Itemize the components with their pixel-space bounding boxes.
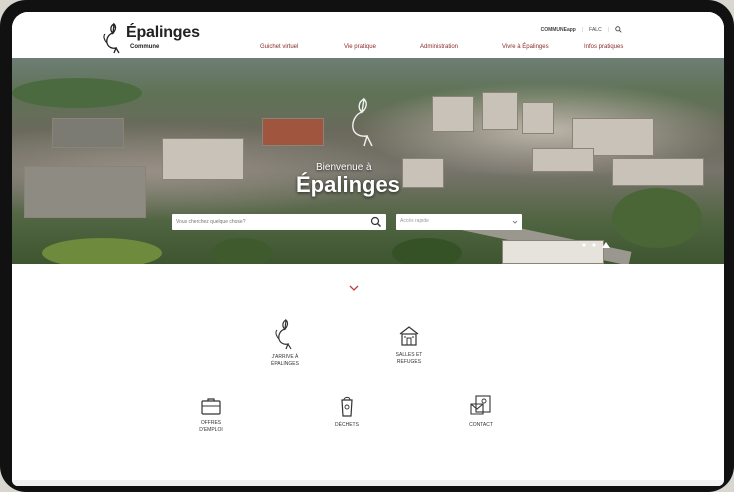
- aerial-photo-building: [52, 118, 124, 148]
- aerial-photo-building: [262, 118, 324, 146]
- tile-label: Offres d'emploi: [199, 420, 223, 433]
- tile-label: J'arrive à Épalinges: [271, 354, 299, 367]
- building-icon: [399, 326, 419, 346]
- aerial-photo-trees: [12, 78, 142, 108]
- aerial-photo-building: [612, 158, 704, 186]
- aerial-photo-trees: [212, 238, 272, 264]
- search-icon[interactable]: [370, 216, 382, 228]
- trash-icon: [341, 396, 353, 417]
- search-icon[interactable]: [615, 26, 622, 33]
- aerial-photo-trees: [612, 188, 702, 248]
- falc-link[interactable]: FALC: [589, 27, 602, 33]
- carousel-dots-icon: [582, 242, 610, 248]
- site-search: [172, 214, 386, 230]
- tile-contact[interactable]: Contact: [446, 394, 516, 429]
- nav-vie-pratique[interactable]: Vie pratique: [344, 44, 376, 50]
- aerial-photo-building: [162, 138, 244, 180]
- brand-subtitle: Commune: [130, 44, 160, 50]
- chevron-down-icon: [512, 220, 518, 224]
- tile-salles[interactable]: Salles et refuges: [374, 324, 444, 366]
- aerial-photo-building: [482, 92, 518, 130]
- page-bottom-edge: [12, 480, 724, 486]
- tile-dechets[interactable]: Déchets: [312, 394, 382, 429]
- scroll-down-chevron-icon[interactable]: [349, 284, 359, 292]
- tile-emploi[interactable]: Offres d'emploi: [176, 396, 246, 434]
- brand-title: Épalinges: [126, 24, 200, 41]
- quick-access-select[interactable]: Accès rapide: [396, 214, 522, 230]
- browser-viewport: Épalinges Commune COMMUNEapp | FALC | Gu…: [12, 12, 724, 486]
- nav-administration[interactable]: Administration: [420, 44, 458, 50]
- aerial-photo-trees: [392, 238, 462, 264]
- tablet-frame: Épalinges Commune COMMUNEapp | FALC | Gu…: [0, 0, 734, 492]
- bird-emblem-icon: [352, 97, 373, 147]
- tile-label: Déchets: [335, 422, 359, 428]
- nav-infos-pratiques[interactable]: Infos pratiques: [584, 44, 623, 50]
- aerial-photo-building: [522, 102, 554, 134]
- search-input[interactable]: [174, 215, 368, 229]
- app-link[interactable]: COMMUNEapp: [541, 27, 576, 33]
- aerial-photo-building: [402, 158, 444, 188]
- briefcase-icon: [201, 398, 221, 415]
- bird-logo-icon: [103, 22, 120, 54]
- aerial-photo-building: [432, 96, 474, 132]
- nav-guichet-virtuel[interactable]: Guichet virtuel: [260, 44, 298, 50]
- contact-icon: [470, 395, 491, 415]
- tile-arrive[interactable]: J'arrive à Épalinges: [250, 318, 320, 368]
- tile-label: Contact: [469, 422, 493, 428]
- aerial-photo-trees: [42, 238, 162, 264]
- hero-banner: Bienvenue à Épalinges Accès rapide: [12, 58, 724, 264]
- aerial-photo-building: [24, 166, 146, 218]
- site-header: Épalinges Commune COMMUNEapp | FALC | Gu…: [12, 12, 724, 60]
- quick-access-placeholder: Accès rapide: [400, 218, 429, 224]
- utility-bar: COMMUNEapp | FALC |: [541, 26, 622, 33]
- site-logo[interactable]: Épalinges Commune: [100, 22, 210, 58]
- tile-label: Salles et refuges: [395, 352, 423, 365]
- hero-title: Épalinges: [296, 172, 400, 197]
- bird-icon: [275, 318, 292, 350]
- separator: |: [607, 26, 609, 33]
- nav-vivre-a-epalinges[interactable]: Vivre à Épalinges: [502, 44, 549, 50]
- aerial-photo-building: [532, 148, 594, 172]
- separator: |: [581, 26, 584, 33]
